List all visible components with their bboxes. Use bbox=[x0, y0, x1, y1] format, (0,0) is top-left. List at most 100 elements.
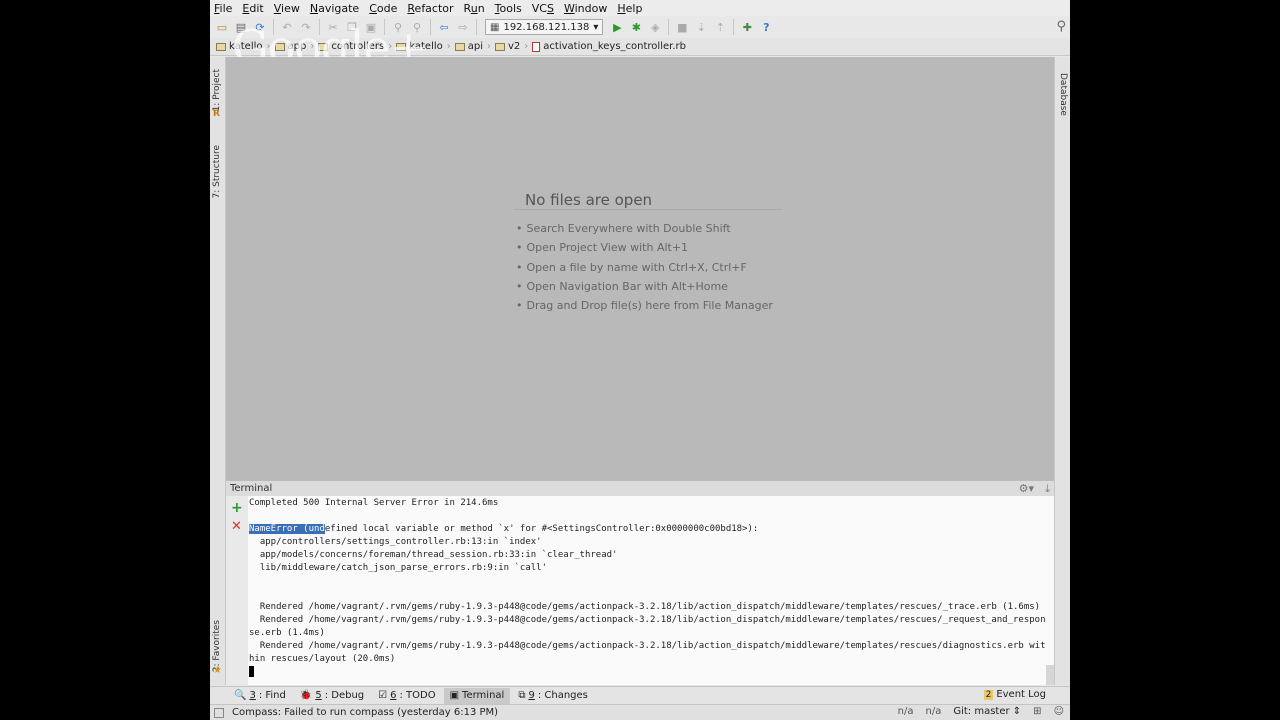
right-tool-strip: Database bbox=[1054, 57, 1070, 685]
left-tool-strip: 1: Project R 7: Structure 2: Favorites ★ bbox=[210, 57, 226, 685]
run-config-label: 192.168.121.138 bbox=[503, 21, 590, 33]
vcs-commit-icon[interactable]: ⇡ bbox=[712, 19, 728, 35]
menu-vcs[interactable]: VCS bbox=[532, 2, 560, 15]
toggle-tool-windows-icon[interactable] bbox=[214, 707, 224, 718]
tab-structure[interactable]: 7: Structure bbox=[212, 145, 222, 199]
menu-tools[interactable]: Tools bbox=[495, 2, 528, 15]
menu-refactor[interactable]: Refactor bbox=[407, 2, 459, 15]
status-message[interactable]: Compass: Failed to run compass (yesterda… bbox=[232, 707, 498, 718]
tab-number: 5 bbox=[315, 690, 322, 701]
terminal-scrollbar[interactable] bbox=[1046, 665, 1054, 685]
open-folder-icon[interactable]: ▭ bbox=[214, 19, 230, 35]
terminal-line: Rendered /home/vagrant/.rvm/gems/ruby-1.… bbox=[249, 641, 1046, 651]
breadcrumb-item[interactable]: api bbox=[454, 41, 483, 52]
folder-icon bbox=[216, 42, 226, 51]
breadcrumb-label: v2 bbox=[508, 41, 521, 52]
terminal-text: efined local variable or method `x' for … bbox=[324, 524, 759, 534]
menu-help[interactable]: Help bbox=[617, 2, 648, 15]
new-session-icon[interactable]: + bbox=[231, 500, 243, 516]
menu-view[interactable]: View bbox=[274, 2, 306, 15]
terminal-line: Completed 500 Internal Server Error in 2… bbox=[249, 498, 499, 508]
run-config-select[interactable]: ▦ 192.168.121.138 ▾ bbox=[485, 19, 604, 35]
folder-icon bbox=[495, 42, 506, 51]
search-everywhere-icon[interactable]: ⚲ bbox=[1056, 19, 1066, 34]
terminal-line: se.erb (1.4ms) bbox=[249, 628, 325, 638]
breadcrumb-label: activation_keys_controller.rb bbox=[543, 41, 686, 52]
tab-changes[interactable]: ⧉ 9: Changes bbox=[512, 688, 594, 704]
stop-icon[interactable]: ■ bbox=[674, 19, 690, 35]
lock-icon[interactable]: ⊞ bbox=[1033, 706, 1041, 717]
settings-icon[interactable]: ✚ bbox=[739, 19, 755, 35]
tab-label: : Find bbox=[258, 690, 286, 701]
hint-item: Open Navigation Bar with Alt+Home bbox=[516, 280, 773, 299]
status-encoding[interactable]: n/a bbox=[926, 706, 942, 717]
toolbar-divider bbox=[733, 19, 735, 35]
menu-code[interactable]: Code bbox=[369, 2, 403, 15]
hint-item: Open Project View with Alt+1 bbox=[516, 241, 773, 260]
event-log-count: 2 bbox=[983, 689, 994, 700]
terminal-line: hin rescues/layout (20.0ms) bbox=[249, 654, 396, 664]
breadcrumb-file[interactable]: activation_keys_controller.rb bbox=[532, 41, 686, 52]
tab-debug[interactable]: 🐞 5: Debug bbox=[294, 688, 370, 704]
help-icon[interactable]: ? bbox=[758, 19, 774, 35]
coverage-icon[interactable]: ◈ bbox=[647, 19, 663, 35]
debug-icon[interactable]: ✱ bbox=[628, 19, 644, 35]
server-icon: ▦ bbox=[490, 21, 500, 33]
hint-list: Search Everywhere with Double ShiftOpen … bbox=[516, 222, 773, 318]
status-bar: Compass: Failed to run compass (yesterda… bbox=[210, 704, 1070, 720]
selected-text: NameError (und bbox=[249, 524, 325, 534]
menu-edit[interactable]: Edit bbox=[242, 2, 269, 15]
debug-icon: 🐞 bbox=[299, 690, 313, 701]
back-icon[interactable]: ⇦ bbox=[436, 19, 452, 35]
inspector-icon[interactable]: ☺ bbox=[1054, 706, 1064, 717]
terminal-line: lib/middleware/catch_json_parse_errors.r… bbox=[249, 563, 548, 573]
chevron-right-icon: › bbox=[487, 41, 492, 52]
chevron-right-icon: › bbox=[524, 41, 529, 52]
menu-file[interactable]: File bbox=[214, 2, 238, 15]
menu-run[interactable]: Run bbox=[464, 2, 491, 15]
terminal-icon: ▣ bbox=[449, 690, 460, 701]
terminal-title: Terminal bbox=[230, 483, 273, 494]
editor-area[interactable]: No files are open Search Everywhere with… bbox=[226, 57, 1054, 480]
gear-icon[interactable]: ⚙▾ bbox=[1019, 482, 1034, 495]
find-icon: 🔍 bbox=[234, 690, 247, 701]
terminal-line: app/models/concerns/foreman/thread_sessi… bbox=[249, 550, 618, 560]
tab-terminal[interactable]: ▣ Terminal bbox=[443, 687, 511, 704]
tool-window-bar: 🔍 3: Find 🐞 5: Debug ☑ 6: TODO ▣ Terminal ⧉ 9: Ch… bbox=[210, 686, 1070, 704]
git-branch[interactable]: Git: master ⇕ bbox=[953, 706, 1021, 717]
event-log-button[interactable]: 2 Event Log bbox=[983, 689, 1046, 700]
menu-window[interactable]: Window bbox=[564, 2, 613, 15]
hint-item: Search Everywhere with Double Shift bbox=[516, 222, 773, 241]
tab-todo[interactable]: ☑ 6: TODO bbox=[372, 688, 441, 704]
tab-number: 3 bbox=[249, 690, 256, 701]
close-session-icon[interactable]: ✕ bbox=[231, 519, 242, 534]
changes-icon: ⧉ bbox=[518, 690, 526, 701]
status-position[interactable]: n/a bbox=[898, 706, 914, 717]
menu-navigate[interactable]: Navigate bbox=[310, 2, 365, 15]
vcs-update-icon[interactable]: ⇣ bbox=[693, 19, 709, 35]
hide-panel-icon[interactable]: ⤓ bbox=[1045, 482, 1050, 496]
menu-bar: File Edit View Navigate Code Refactor Run Tools… bbox=[210, 0, 1070, 16]
ruby-icon: R bbox=[213, 109, 220, 119]
tab-database[interactable]: Database bbox=[1058, 73, 1068, 116]
tab-label: : TODO bbox=[399, 690, 436, 701]
todo-icon: ☑ bbox=[378, 690, 388, 701]
empty-editor-title: No files are open bbox=[525, 191, 653, 209]
toolbar-divider bbox=[668, 19, 670, 35]
terminal-output[interactable]: Completed 500 Internal Server Error in 2… bbox=[248, 496, 1054, 685]
terminal-line: Rendered /home/vagrant/.rvm/gems/ruby-1.… bbox=[249, 602, 1041, 612]
tab-project[interactable]: 1: Project bbox=[212, 69, 222, 111]
ide-window: File Edit View Navigate Code Refactor Run Tools… bbox=[210, 0, 1070, 720]
tab-number: 6 bbox=[390, 690, 397, 701]
tab-find[interactable]: 🔍 3: Find bbox=[228, 688, 292, 704]
tab-label: : Debug bbox=[324, 690, 365, 701]
run-icon[interactable]: ▶ bbox=[609, 19, 625, 35]
tab-label: : Changes bbox=[537, 690, 588, 701]
hint-item: Drag and Drop file(s) here from File Man… bbox=[516, 299, 773, 318]
breadcrumb-item[interactable]: v2 bbox=[495, 41, 520, 52]
forward-icon[interactable]: ⇨ bbox=[455, 19, 471, 35]
toolbar-divider bbox=[476, 19, 477, 35]
